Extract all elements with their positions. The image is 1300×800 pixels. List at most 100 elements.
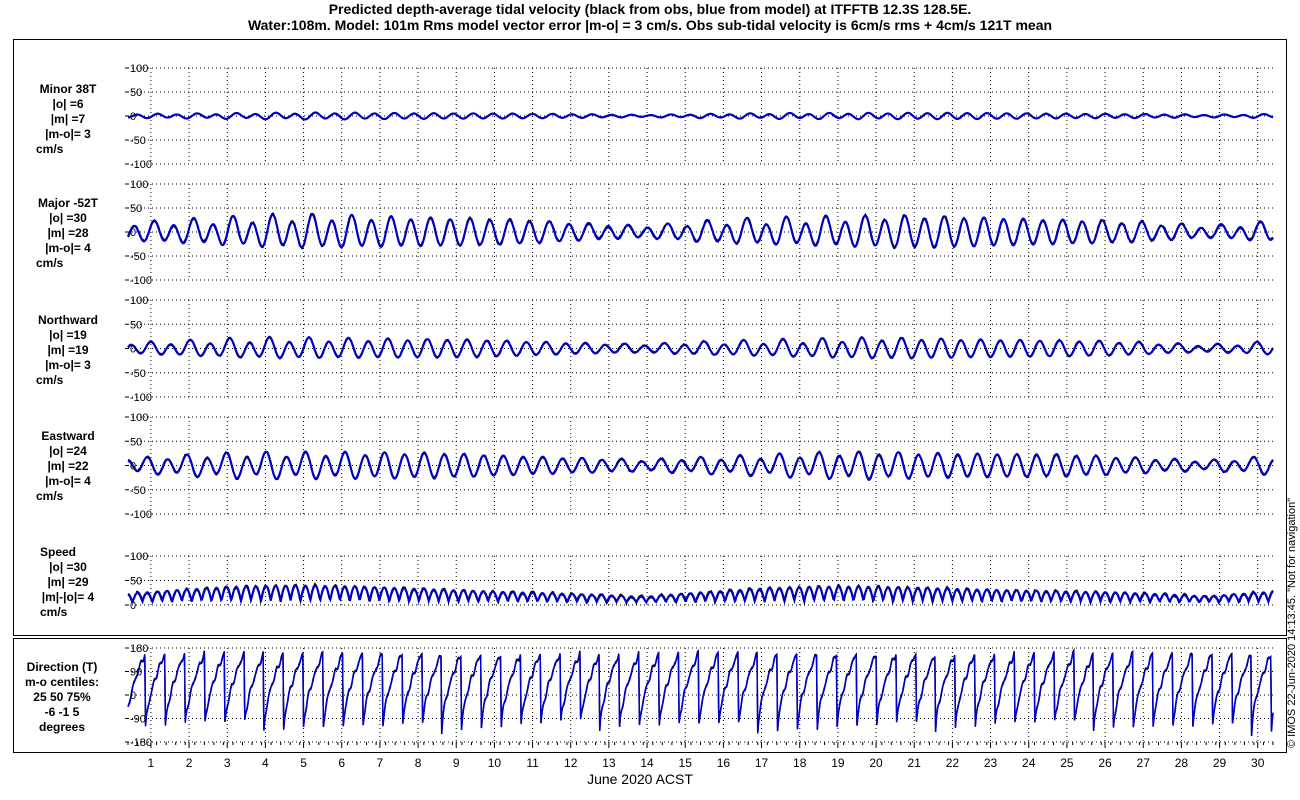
y-tick-label: 100 xyxy=(130,412,148,424)
panel-label-line: Speed xyxy=(40,545,77,559)
y-tick-label: -50 xyxy=(130,485,146,497)
chart-figure: 100500-50-100100500-50-100100500-50-1001… xyxy=(13,39,1287,787)
x-tick-label: 30 xyxy=(1251,756,1265,770)
obs-series-layer xyxy=(127,111,1274,737)
y-tick-label: 50 xyxy=(130,576,142,588)
panel-label-speed: Speed |o| =30 |m| =29 |m|-|o|= 4 cm/s xyxy=(18,545,118,620)
x-tick-label: 7 xyxy=(377,756,384,770)
x-tick-label: 10 xyxy=(488,756,502,770)
panel-label-line: |m| =19 xyxy=(47,343,89,357)
panel-label-line: |o| =24 xyxy=(49,444,87,458)
panel-label-line: |m|-|o|= 4 xyxy=(41,590,95,604)
copyright-notice: © IMOS 22-Jun-2020 14:13:45. "Not for na… xyxy=(1286,497,1298,748)
x-tick-label: 15 xyxy=(679,756,693,770)
panel-label-line: 25 50 75% xyxy=(33,690,91,704)
y-tick-label: -50 xyxy=(130,368,146,380)
x-tick-label: 12 xyxy=(564,756,578,770)
panel-label-line: -6 -1 5 xyxy=(44,705,80,719)
y-tick-label: 0 xyxy=(130,344,136,356)
x-tick-label: 13 xyxy=(602,756,616,770)
model-series-line xyxy=(127,649,1274,735)
y-tick-label: -180 xyxy=(130,737,152,749)
panel-label-line: Major -52T xyxy=(37,196,98,210)
panel-label-northward: Northward |o| =19 |m| =19 |m-o|= 3 cm/s xyxy=(18,313,118,388)
x-tick-label: 8 xyxy=(415,756,422,770)
panel-label-line: m-o centiles: xyxy=(24,675,99,689)
y-tick-label: 100 xyxy=(130,551,148,563)
x-tick-label: 24 xyxy=(1022,756,1036,770)
y-tick-label: 180 xyxy=(130,643,148,655)
x-tick-label: 6 xyxy=(338,756,345,770)
x-tick-label: 27 xyxy=(1137,756,1151,770)
panel-label-line: Eastward xyxy=(41,429,95,443)
model-series-layer xyxy=(127,111,1274,735)
panel-label-line: |m-o|= 3 xyxy=(45,358,91,372)
x-tick-label: 23 xyxy=(984,756,998,770)
x-tick-label: 28 xyxy=(1175,756,1189,770)
y-tick-label: 50 xyxy=(130,319,142,331)
panel-label-line: |o| =30 xyxy=(49,211,87,225)
panel-label-line: cm/s xyxy=(36,142,64,156)
panel-label-line: |o| =30 xyxy=(49,560,87,574)
y-tick-label: 100 xyxy=(130,179,148,191)
x-tick-label: 18 xyxy=(793,756,807,770)
y-tick-label: 100 xyxy=(130,295,148,307)
panel-label-line: |m| =7 xyxy=(50,112,86,126)
panel-label-line: |o| =6 xyxy=(52,97,84,111)
panel-label-line: |m| =22 xyxy=(47,459,89,473)
y-tick-label: 50 xyxy=(130,436,142,448)
x-tick-label: 1 xyxy=(148,756,155,770)
x-tick-label: 14 xyxy=(640,756,654,770)
x-axis-label: June 2020 ACST xyxy=(587,771,693,787)
panel-label-line: cm/s xyxy=(36,489,64,503)
panel-label-line: cm/s xyxy=(36,373,64,387)
panel-label-minor: Minor 38T |o| =6 |m| =7 |m-o|= 3 cm/s xyxy=(18,82,118,157)
y-tick-label: 0 xyxy=(130,600,136,612)
panel-label-line: |m-o|= 4 xyxy=(45,241,91,255)
upper-frame xyxy=(13,39,1287,636)
y-tick-label: 0 xyxy=(130,461,136,473)
x-tick-label: 26 xyxy=(1098,756,1112,770)
panel-label-eastward: Eastward |o| =24 |m| =22 |m-o|= 4 cm/s xyxy=(18,429,118,504)
y-tick-label: 50 xyxy=(130,87,142,99)
panel-label-line: cm/s xyxy=(36,256,64,270)
x-tick-label: 3 xyxy=(224,756,231,770)
panel-label-line: |m-o|= 3 xyxy=(45,127,91,141)
x-tick-label: 20 xyxy=(869,756,883,770)
y-tick-label: -50 xyxy=(130,251,146,263)
x-tick-label: 17 xyxy=(755,756,769,770)
panel-label-line: Northward xyxy=(38,313,98,327)
y-tick-label: -100 xyxy=(130,159,152,171)
y-tick-label: -90 xyxy=(130,714,146,726)
x-tick-label: 25 xyxy=(1060,756,1074,770)
panel-label-line: Direction (T) xyxy=(26,660,98,674)
panel-label-line: Minor 38T xyxy=(39,82,97,96)
x-tick-label: 4 xyxy=(262,756,269,770)
x-tick-label: 11 xyxy=(526,756,539,770)
panel-label-line: |o| =19 xyxy=(49,328,87,342)
panel-label-line: cm/s xyxy=(40,605,68,619)
x-tick-label: 29 xyxy=(1213,756,1227,770)
y-tick-label: 0 xyxy=(130,690,136,702)
panel-label-line: |m| =28 xyxy=(47,226,89,240)
y-tick-label: 100 xyxy=(130,63,148,75)
panel-label-major: Major -52T |o| =30 |m| =28 |m-o|= 4 cm/s xyxy=(18,196,118,271)
panel-label-direction: Direction (T) m-o centiles: 25 50 75% -6… xyxy=(14,660,110,735)
y-tick-label: -50 xyxy=(130,135,146,147)
model-series-line xyxy=(127,584,1274,606)
y-tick-label: -100 xyxy=(130,509,152,521)
y-tick-label: 0 xyxy=(130,111,136,123)
y-tick-label: -100 xyxy=(130,392,152,404)
panel-label-line: |m-o|= 4 xyxy=(45,474,91,488)
x-tick-label: 5 xyxy=(300,756,307,770)
x-tick-label: 19 xyxy=(831,756,845,770)
y-tick-label: 0 xyxy=(130,227,136,239)
x-tick-label: 2 xyxy=(186,756,193,770)
y-tick-label: 50 xyxy=(130,203,142,215)
y-tick-label: -100 xyxy=(130,275,152,287)
panel-label-line: degrees xyxy=(38,720,86,734)
x-tick-label: 16 xyxy=(717,756,731,770)
x-tick-label: 22 xyxy=(946,756,960,770)
x-tick-label: 9 xyxy=(453,756,460,770)
y-tick-label: 90 xyxy=(130,667,142,679)
